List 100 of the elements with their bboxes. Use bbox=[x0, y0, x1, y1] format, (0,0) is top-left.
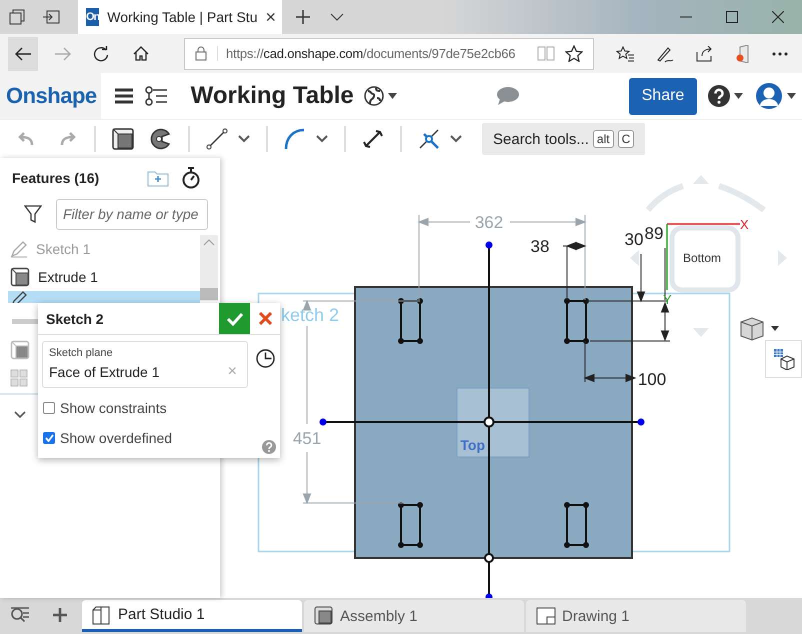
caret-icon[interactable] bbox=[734, 93, 743, 99]
favorites-icon[interactable] bbox=[616, 46, 634, 62]
sketch-rectangle[interactable] bbox=[398, 502, 423, 548]
revolve-icon[interactable] bbox=[150, 128, 172, 150]
arc-icon[interactable] bbox=[284, 128, 306, 150]
feature-tree-icon[interactable] bbox=[144, 86, 167, 106]
sketch-rectangle[interactable] bbox=[564, 298, 589, 344]
close-tab-button[interactable]: × bbox=[265, 6, 276, 28]
confirm-button[interactable] bbox=[219, 303, 250, 334]
close-icon[interactable] bbox=[258, 312, 272, 325]
checkmark-icon bbox=[226, 312, 244, 326]
sketch-point[interactable] bbox=[638, 418, 644, 426]
dimension-icon[interactable] bbox=[362, 128, 384, 150]
dialog-title: Sketch 2 bbox=[46, 310, 105, 326]
refresh-icon[interactable] bbox=[93, 46, 109, 62]
tabs-icon[interactable] bbox=[9, 9, 25, 25]
dimension-value[interactable]: 38 bbox=[530, 237, 550, 256]
feature-label: Extrude 1 bbox=[38, 269, 98, 285]
add-icon[interactable] bbox=[52, 607, 68, 623]
extrude-icon[interactable] bbox=[10, 267, 30, 287]
tab-title: Working Table | Part Stu bbox=[107, 9, 258, 25]
pen-icon[interactable] bbox=[656, 44, 674, 62]
sketch-point[interactable] bbox=[320, 418, 326, 426]
url-text: https://cad.onshape.com/documents/97de75e2cb66 bbox=[217, 46, 527, 61]
clock-icon[interactable] bbox=[256, 349, 275, 368]
sketch-plane-field[interactable]: Sketch plane Face of Extrude 1 × bbox=[42, 341, 248, 388]
shortcut-key: alt bbox=[592, 130, 614, 148]
close-icon[interactable] bbox=[772, 11, 784, 23]
caret-icon[interactable] bbox=[786, 93, 796, 99]
view-panel-button[interactable] bbox=[765, 340, 802, 378]
add-folder-icon[interactable] bbox=[147, 169, 170, 187]
intersection-icon[interactable] bbox=[418, 128, 440, 150]
document-tab[interactable]: Drawing 1 bbox=[526, 600, 746, 632]
caret-icon[interactable] bbox=[388, 93, 397, 99]
maximize-icon[interactable] bbox=[726, 11, 738, 23]
dimension-value[interactable]: 100 bbox=[638, 370, 666, 389]
part-face[interactable] bbox=[354, 286, 633, 559]
globe-icon[interactable] bbox=[364, 86, 384, 106]
help-icon[interactable] bbox=[708, 85, 730, 107]
plus-icon[interactable] bbox=[295, 9, 311, 25]
search-tools-field[interactable]: Search tools... alt C bbox=[482, 123, 645, 155]
chevron-down-icon[interactable] bbox=[330, 13, 344, 21]
tab-label: Assembly 1 bbox=[340, 608, 418, 624]
share-button[interactable]: Share bbox=[628, 78, 697, 114]
y-axis-line bbox=[666, 224, 668, 290]
office-icon[interactable] bbox=[736, 44, 750, 62]
chevron-down-icon[interactable] bbox=[316, 135, 328, 143]
checkbox[interactable] bbox=[43, 402, 55, 414]
star-icon[interactable] bbox=[565, 45, 583, 62]
tab-label: Drawing 1 bbox=[562, 608, 630, 624]
plane-label: Top bbox=[460, 437, 485, 453]
sketch-rectangle[interactable] bbox=[398, 298, 423, 344]
extrude-icon[interactable] bbox=[112, 128, 134, 150]
dimension-line[interactable] bbox=[418, 214, 586, 300]
document-tab[interactable]: Part Studio 1 bbox=[82, 600, 302, 632]
dimension-value[interactable]: 30 bbox=[624, 230, 644, 249]
more-icon[interactable] bbox=[772, 52, 788, 56]
cube-icon[interactable] bbox=[740, 317, 764, 341]
feature-item[interactable]: Extrude 1 bbox=[8, 263, 200, 291]
field-value: Face of Extrude 1 bbox=[49, 364, 160, 380]
chevron-down-icon[interactable] bbox=[238, 135, 250, 143]
tab-search-icon[interactable] bbox=[10, 607, 30, 623]
sketch-point[interactable] bbox=[484, 553, 494, 563]
plane-square[interactable] bbox=[456, 388, 530, 458]
app-logo[interactable]: Onshape bbox=[0, 73, 101, 119]
document-title[interactable]: Working Table bbox=[190, 82, 354, 110]
expanded-chevron-icon[interactable] bbox=[14, 411, 26, 419]
tab-label: Part Studio 1 bbox=[118, 606, 205, 623]
dimension-line[interactable] bbox=[590, 248, 670, 342]
share-icon[interactable] bbox=[696, 46, 714, 62]
scrollbar-track[interactable] bbox=[200, 235, 218, 301]
dimension-line[interactable] bbox=[584, 340, 636, 382]
scrollbar-thumb[interactable] bbox=[200, 288, 218, 300]
grid-cube-icon[interactable] bbox=[772, 348, 794, 370]
checkbox[interactable] bbox=[43, 432, 55, 444]
back-arrow-icon[interactable] bbox=[14, 46, 32, 60]
part-studio-icon bbox=[92, 604, 112, 624]
sketch-point[interactable] bbox=[486, 594, 492, 598]
avatar-icon[interactable] bbox=[754, 82, 783, 110]
address-field[interactable]: https://cad.onshape.com/documents/97de75e2cb66 bbox=[184, 38, 594, 70]
filter-field[interactable]: Filter by name or type bbox=[56, 198, 208, 230]
tab-aside-icon[interactable] bbox=[42, 10, 60, 24]
minimize-icon[interactable] bbox=[680, 16, 692, 18]
caret-icon[interactable] bbox=[771, 326, 779, 331]
home-icon[interactable] bbox=[133, 46, 149, 61]
axis-label: X bbox=[740, 217, 749, 232]
filter-icon[interactable] bbox=[24, 205, 42, 223]
option-label: Show constraints bbox=[60, 400, 167, 416]
menu-icon[interactable] bbox=[114, 88, 133, 104]
sketch-point[interactable] bbox=[486, 242, 492, 248]
sketch-rectangle[interactable] bbox=[564, 502, 589, 548]
checkmark-icon bbox=[44, 434, 54, 442]
origin-point[interactable] bbox=[484, 416, 494, 428]
dimension-value[interactable]: 89 bbox=[644, 224, 664, 243]
dimension-line[interactable] bbox=[562, 242, 586, 300]
document-tab[interactable]: Assembly 1 bbox=[304, 600, 524, 632]
stopwatch-icon[interactable] bbox=[181, 167, 202, 189]
line-icon[interactable] bbox=[206, 128, 228, 150]
chat-icon[interactable] bbox=[496, 86, 520, 106]
chevron-down-icon[interactable] bbox=[450, 135, 462, 143]
